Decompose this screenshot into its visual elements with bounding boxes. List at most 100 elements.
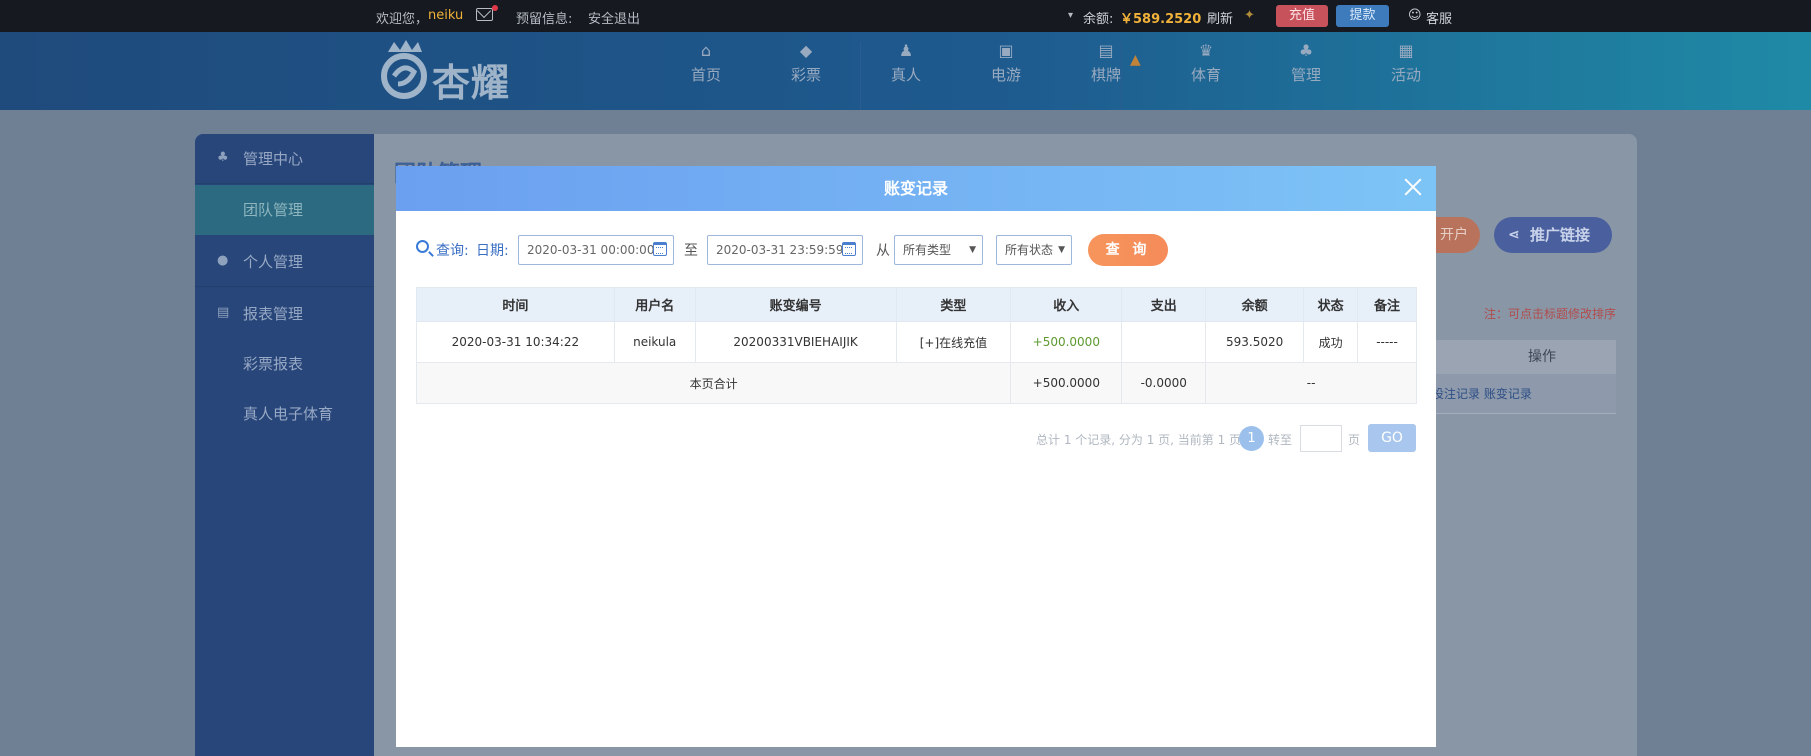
type-select-value: 所有类型 [903, 243, 952, 257]
summary-balance: -- [1205, 362, 1417, 404]
sidebar-item-label: 管理中心 [243, 150, 304, 168]
report-icon: ▤ [217, 305, 230, 320]
home-icon: ⌂ [700, 41, 712, 60]
top-bar: 欢迎您， neiku 预留信息: 安全退出 ▾ 余额: ￥589.2520 刷新… [0, 0, 1811, 32]
column-header: 状态 [1303, 287, 1359, 322]
users-icon: ♣ [1298, 41, 1314, 60]
nav-sports[interactable]: ♛ 体育 [1166, 42, 1246, 85]
nav-label: 管理 [1290, 66, 1321, 84]
gift-icon: ▦ [1398, 41, 1414, 60]
table-row: 2020-03-31 10:34:22 neikula 20200331VBIE… [416, 321, 1417, 363]
transaction-table: 时间 用户名 账变编号 类型 收入 支出 余额 状态 备注 2020-03-31… [415, 287, 1417, 404]
nav-label: 棋牌 [1090, 66, 1121, 84]
sidebar-item-label: 个人管理 [243, 253, 304, 271]
cell-time: 2020-03-31 10:34:22 [416, 321, 615, 363]
column-header: 收入 [1010, 287, 1123, 322]
users-icon: ♣ [217, 150, 229, 165]
column-header: 类型 [895, 287, 1012, 322]
welcome-text: 欢迎您， [376, 12, 429, 27]
cards-icon: ▤ [1098, 41, 1114, 60]
cell-type: [+]在线充值 [895, 321, 1012, 363]
promo-link-button[interactable]: ⋖ 推广链接 [1494, 217, 1612, 253]
to-label: 至 [684, 243, 698, 259]
column-header: 备注 [1357, 287, 1417, 322]
lottery-icon: ◆ [799, 41, 813, 60]
ops-links[interactable]: 投注记录 账变记录 [1428, 374, 1616, 414]
trophy-icon: ♛ [1198, 41, 1214, 60]
cell-transaction-id: 20200331VBIEHAIJIK [694, 321, 897, 363]
page-unit-label: 页 [1348, 433, 1361, 447]
date-label: 日期: [476, 243, 509, 259]
withdraw-button[interactable]: 提款 [1336, 5, 1389, 27]
nav-label: 电游 [990, 66, 1021, 84]
nav-slots[interactable]: ▣ 电游 [966, 42, 1046, 85]
type-select[interactable]: 所有类型 ▼ [894, 235, 983, 265]
nav-label: 彩票 [790, 66, 821, 84]
cell-username: neikula [613, 321, 696, 363]
username[interactable]: neiku [428, 8, 463, 23]
mail-icon[interactable] [476, 8, 493, 21]
table-header-row: 时间 用户名 账变编号 类型 收入 支出 余额 状态 备注 [416, 287, 1417, 322]
column-header: 账变编号 [694, 287, 897, 322]
nav-lottery[interactable]: ◆ 彩票 [766, 42, 846, 85]
jump-label: 转至 [1268, 433, 1293, 447]
column-header: 余额 [1205, 287, 1305, 322]
summary-expense: -0.0000 [1121, 362, 1207, 404]
share-icon: ⋖ [1508, 227, 1520, 243]
sidebar-item-report-management[interactable]: ▤ 报表管理 [195, 289, 374, 339]
caret-down-icon: ▼ [1058, 245, 1065, 255]
pagination-info: 总计 1 个记录, 分为 1 页, 当前第 1 页 [1036, 433, 1242, 447]
column-header: 支出 [1121, 287, 1207, 322]
sidebar-item-personal-management[interactable]: ● 个人管理 [195, 237, 374, 287]
calendar-icon[interactable] [653, 242, 667, 256]
refresh-link[interactable]: 刷新 [1207, 8, 1233, 27]
nav-manage[interactable]: ♣ 管理 [1266, 42, 1346, 85]
start-date-input[interactable]: 2020-03-31 00:00:00 [518, 235, 674, 265]
cell-status: 成功 [1303, 321, 1359, 363]
cell-expense [1121, 321, 1207, 363]
recharge-button[interactable]: 充值 [1276, 5, 1328, 27]
chat-icon[interactable]: ☺ [1408, 8, 1422, 23]
promo-link-label: 推广链接 [1530, 226, 1591, 244]
calendar-icon[interactable] [842, 242, 856, 256]
balance-value: ￥589.2520 [1120, 12, 1202, 27]
end-date-input[interactable]: 2020-03-31 23:59:59 [707, 235, 863, 265]
summary-row: 本页合计 +500.0000 -0.0000 -- [415, 362, 1417, 404]
go-button[interactable]: GO [1368, 424, 1416, 452]
summary-label: 本页合计 [415, 362, 1012, 404]
sidebar-item-team-management[interactable]: 团队管理 [195, 185, 374, 235]
close-icon[interactable] [1400, 174, 1426, 200]
eye-icon[interactable]: ✦ [1244, 8, 1255, 23]
search-icon [416, 240, 429, 253]
sidebar-item-management-center[interactable]: ♣ 管理中心 [195, 134, 374, 184]
cell-balance: 593.5020 [1205, 321, 1305, 363]
page-jump-input[interactable] [1300, 425, 1342, 452]
slot-icon: ▣ [998, 41, 1014, 60]
summary-income: +500.0000 [1010, 362, 1123, 404]
query-button[interactable]: 查 询 [1088, 234, 1168, 266]
chevron-down-icon[interactable]: ▾ [1068, 10, 1073, 21]
service-link[interactable]: 客服 [1426, 8, 1452, 27]
sidebar-item-label: 彩票报表 [243, 355, 304, 373]
modal-header: 账变记录 [396, 166, 1436, 211]
nav-divider [860, 42, 861, 110]
sidebar-item-label: 团队管理 [243, 201, 304, 219]
sidebar-item-live-sports-report[interactable]: 真人电子体育 [195, 389, 374, 439]
modal-title: 账变记录 [883, 179, 948, 198]
reserved-info-label: 预留信息: [516, 12, 573, 27]
logo-text: 杏耀 [432, 61, 511, 105]
nav-label: 活动 [1390, 66, 1421, 84]
status-select-value: 所有状态 [1005, 243, 1054, 257]
brand-logo[interactable]: 杏耀 [378, 38, 520, 105]
column-header: 用户名 [613, 287, 696, 322]
page-number-current[interactable]: 1 [1239, 426, 1264, 451]
nav-home[interactable]: ⌂ 首页 [666, 42, 746, 85]
status-select[interactable]: 所有状态 ▼ [996, 235, 1072, 265]
nav-live[interactable]: ♟ 真人 [866, 42, 946, 85]
from-label: 从 [876, 243, 890, 259]
column-header: 时间 [416, 287, 615, 322]
logout-link[interactable]: 安全退出 [588, 8, 640, 27]
nav-label: 真人 [890, 66, 921, 84]
nav-activity[interactable]: ▦ 活动 [1366, 42, 1446, 85]
sidebar-item-lottery-report[interactable]: 彩票报表 [195, 339, 374, 389]
